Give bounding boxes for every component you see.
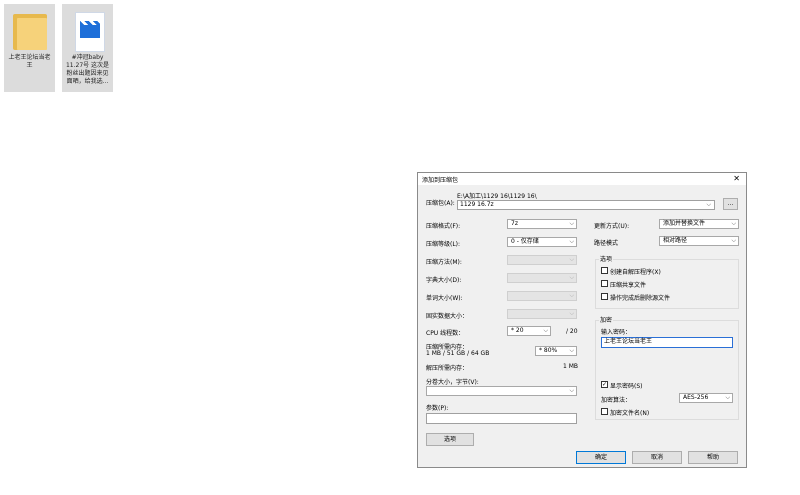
- dictionary-label: 字典大小(D):: [426, 277, 462, 284]
- checkmark-icon: ✓: [602, 381, 608, 388]
- method-select[interactable]: ⌵: [507, 255, 577, 265]
- encryption-group-title: 加密: [599, 315, 614, 324]
- path-mode-value: 相对路径: [663, 237, 688, 244]
- desktop-item-label: #冲冠baby 11.27号 这次是粉丝出题因来见面晒，给我选...: [65, 54, 110, 85]
- delete-after-label: 操作完成后删除源文件: [610, 295, 671, 302]
- archive-name-input[interactable]: 1129 16.7z ⌵: [457, 200, 715, 210]
- chevron-down-icon: ⌵: [731, 237, 736, 244]
- folder-icon: [11, 10, 49, 52]
- memory-percent-value: * 80%: [539, 347, 558, 354]
- path-mode-label: 路径模式: [594, 240, 619, 247]
- chevron-down-icon: ⌵: [569, 347, 574, 354]
- archive-path: E:\A加工\1129 16\1129 16\: [457, 193, 537, 200]
- password-input[interactable]: 上老王论坛当老王: [601, 337, 733, 348]
- parameters-label: 参数(P):: [426, 405, 449, 412]
- encrypt-names-checkbox[interactable]: [601, 408, 608, 415]
- cpu-threads-label: CPU 线程数：: [426, 330, 465, 337]
- parameters-input[interactable]: [426, 413, 577, 424]
- cpu-threads-max: / 20: [566, 328, 578, 335]
- close-icon[interactable]: ✕: [733, 174, 740, 183]
- update-mode-value: 添加并替换文件: [663, 220, 706, 227]
- split-size-select[interactable]: ⌵: [426, 386, 577, 396]
- chevron-down-icon: ⌵: [543, 327, 548, 334]
- archive-name-value: 1129 16.7z: [460, 201, 494, 208]
- shared-files-checkbox[interactable]: [601, 280, 608, 287]
- method-label: 压缩方法(M):: [426, 259, 462, 266]
- chevron-down-icon: ⌵: [569, 387, 574, 394]
- cancel-button[interactable]: 取消: [632, 451, 682, 464]
- ok-button[interactable]: 确定: [576, 451, 626, 464]
- memory-value: 1 MB / 51 GB / 64 GB: [426, 350, 490, 357]
- encryption-method-value: AES-256: [683, 394, 709, 401]
- split-size-label: 分卷大小，字节(V):: [426, 379, 479, 386]
- desktop-item-label: 上老王论坛当老王: [8, 54, 51, 69]
- cpu-threads-value: * 20: [511, 327, 524, 334]
- decompress-memory-label: 解压所需内存：: [426, 365, 469, 372]
- encryption-method-select[interactable]: AES-256 ⌵: [679, 393, 733, 403]
- desktop-video-item[interactable]: #冲冠baby 11.27号 这次是粉丝出题因来见面晒，给我选...: [62, 4, 113, 92]
- format-select[interactable]: 7z ⌵: [507, 219, 577, 229]
- format-label: 压缩格式(F):: [426, 223, 461, 230]
- level-select[interactable]: 0 - 仅存储 ⌵: [507, 237, 577, 247]
- dictionary-select[interactable]: ⌵: [507, 273, 577, 283]
- solid-size-select[interactable]: ⌵: [507, 309, 577, 319]
- memory-percent-select[interactable]: * 80% ⌵: [535, 346, 577, 356]
- chevron-down-icon: ⌵: [569, 310, 574, 317]
- level-label: 压缩等级(L):: [426, 241, 461, 248]
- sfx-checkbox[interactable]: [601, 267, 608, 274]
- password-value: 上老王论坛当老王: [604, 338, 653, 345]
- path-mode-select[interactable]: 相对路径 ⌵: [659, 236, 739, 246]
- options-button[interactable]: 选项: [426, 433, 474, 446]
- desktop-folder-item[interactable]: 上老王论坛当老王: [4, 4, 55, 92]
- encryption-method-label: 加密算法：: [601, 397, 632, 404]
- chevron-down-icon: ⌵: [731, 220, 736, 227]
- shared-files-label: 压缩共享文件: [610, 282, 647, 289]
- chevron-down-icon: ⌵: [569, 256, 574, 263]
- delete-after-checkbox[interactable]: [601, 293, 608, 300]
- options-group-title: 选项: [599, 254, 614, 263]
- chevron-down-icon: ⌵: [569, 238, 574, 245]
- cpu-threads-select[interactable]: * 20 ⌵: [507, 326, 551, 336]
- level-value: 0 - 仅存储: [511, 238, 539, 245]
- word-size-label: 单词大小(W):: [426, 295, 463, 302]
- solid-size-label: 固实数据大小：: [426, 313, 469, 320]
- dialog-title: 添加到压缩包: [422, 177, 459, 184]
- show-password-label: 显示密码(S): [610, 383, 643, 390]
- sfx-label: 创建自解压程序(X): [610, 269, 661, 276]
- browse-button[interactable]: ...: [723, 198, 738, 210]
- word-size-select[interactable]: ⌵: [507, 291, 577, 301]
- chevron-down-icon: ⌵: [569, 292, 574, 299]
- decompress-memory-value: 1 MB: [563, 363, 579, 370]
- add-to-archive-dialog: 添加到压缩包 ✕ 压缩包(A): E:\A加工\1129 16\1129 16\…: [417, 172, 747, 468]
- update-mode-select[interactable]: 添加并替换文件 ⌵: [659, 219, 739, 229]
- chevron-down-icon: ⌵: [725, 394, 730, 401]
- update-mode-label: 更新方式(U):: [594, 223, 630, 230]
- help-button[interactable]: 帮助: [688, 451, 738, 464]
- dialog-titlebar: 添加到压缩包 ✕: [418, 173, 746, 185]
- password-label: 输入密码：: [601, 329, 632, 336]
- chevron-down-icon: ⌵: [569, 220, 574, 227]
- video-file-icon: [69, 10, 107, 52]
- chevron-down-icon: ⌵: [569, 274, 574, 281]
- format-value: 7z: [511, 220, 518, 227]
- chevron-down-icon[interactable]: ⌵: [706, 201, 711, 209]
- archive-label: 压缩包(A):: [426, 200, 455, 207]
- show-password-checkbox[interactable]: ✓: [601, 381, 608, 388]
- encrypt-names-label: 加密文件名(N): [610, 410, 650, 417]
